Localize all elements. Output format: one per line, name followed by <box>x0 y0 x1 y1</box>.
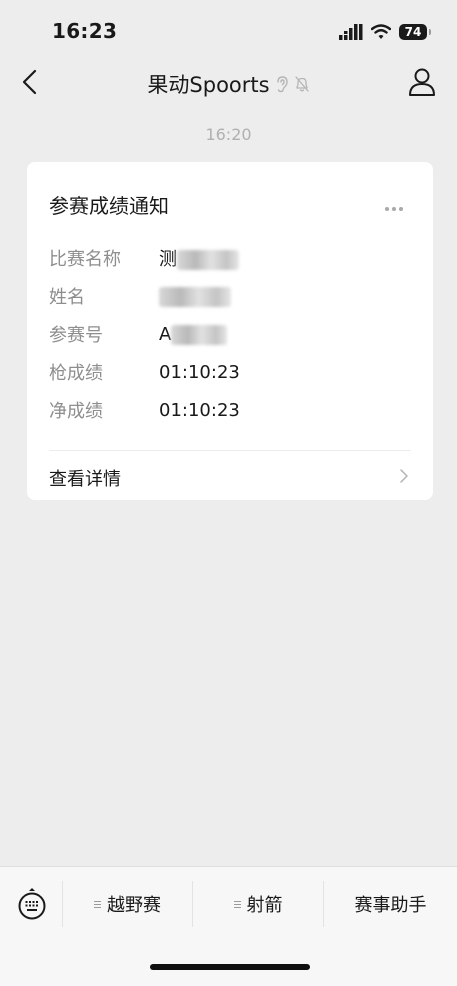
nav-title-group: 果动Spoorts <box>0 69 457 99</box>
field-value: 01:10:23 <box>159 399 240 421</box>
menu-item-label: 越野赛 <box>107 895 161 916</box>
more-icon[interactable] <box>385 196 409 211</box>
field-value: 01:10:23 <box>159 361 240 383</box>
signal-icon <box>339 24 363 40</box>
field-label: 姓名 <box>49 287 85 308</box>
field-row-race-name: 比赛名称 测 <box>49 246 239 270</box>
card-title: 参赛成绩通知 <box>49 194 169 218</box>
field-row-gun-time: 枪成绩 01:10:23 <box>49 360 240 385</box>
field-row-bib: 参赛号 A <box>49 322 228 346</box>
menu-item-label: 赛事助手 <box>354 895 427 916</box>
redacted-mask <box>177 250 239 270</box>
field-label: 比赛名称 <box>49 249 121 270</box>
result-notification-card[interactable]: 参赛成绩通知 比赛名称 测 姓名 参赛号 A 枪成绩 01:10:23 净成绩 … <box>27 162 433 500</box>
battery-icon: 74 <box>399 24 431 40</box>
profile-icon[interactable] <box>407 66 437 98</box>
home-indicator <box>150 964 310 970</box>
nav-bar: 果动Spoorts <box>0 60 457 105</box>
keyboard-icon[interactable] <box>17 887 47 921</box>
field-value: 测 <box>159 245 239 271</box>
field-row-net-time: 净成绩 01:10:23 <box>49 398 240 423</box>
submenu-lines-icon <box>94 899 101 910</box>
chevron-right-icon <box>400 469 408 483</box>
status-time: 16:23 <box>52 19 118 43</box>
menu-item-label: 射箭 <box>246 895 283 916</box>
redacted-mask <box>171 324 228 345</box>
field-value <box>159 286 231 307</box>
field-row-name: 姓名 <box>49 284 231 308</box>
status-bar: 16:23 74 <box>0 0 457 60</box>
view-details-link[interactable]: 查看详情 <box>27 451 433 500</box>
field-value-text: 测 <box>159 249 177 270</box>
submenu-lines-icon <box>233 899 241 910</box>
field-label: 枪成绩 <box>49 363 103 384</box>
field-label: 参赛号 <box>49 325 103 346</box>
nav-title: 果动Spoorts <box>147 73 270 97</box>
redacted-mask <box>159 286 231 307</box>
menu-item-archery[interactable]: 射箭 <box>193 881 323 927</box>
bell-off-icon <box>294 76 309 92</box>
status-icons: 74 <box>339 22 431 42</box>
menu-item-event-assistant[interactable]: 赛事助手 <box>324 881 457 927</box>
field-value-text: A <box>159 323 172 345</box>
ear-icon <box>276 76 288 93</box>
menu-item-trail-race[interactable]: 越野赛 <box>63 881 192 927</box>
wifi-icon <box>371 24 391 39</box>
view-details-label: 查看详情 <box>49 469 121 490</box>
field-label: 净成绩 <box>49 401 103 422</box>
message-timestamp: 16:20 <box>205 125 252 144</box>
field-value: A <box>159 323 228 345</box>
